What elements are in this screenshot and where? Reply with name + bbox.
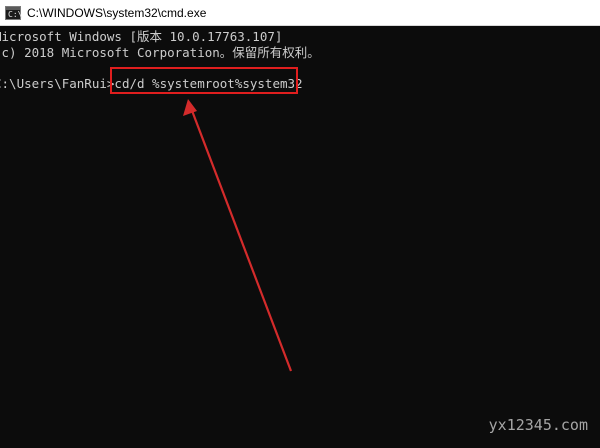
window-title: C:\WINDOWS\system32\cmd.exe: [27, 5, 207, 20]
watermark-text: yx12345.com: [488, 416, 588, 434]
prompt-text: C:\Users\FanRui>: [0, 76, 115, 91]
cmd-console-icon[interactable]: C:\: [5, 5, 23, 20]
console-line-copyright: (c) 2018 Microsoft Corporation。保留所有权利。: [0, 45, 320, 60]
cmd-icon-glyph: C:\: [8, 9, 23, 19]
console-output[interactable]: Microsoft Windows [版本 10.0.17763.107] (c…: [0, 26, 600, 448]
title-bar[interactable]: C:\ C:\WINDOWS\system32\cmd.exe: [0, 0, 600, 26]
command-highlight-box: [110, 67, 298, 94]
console-line-version: Microsoft Windows [版本 10.0.17763.107]: [0, 29, 283, 44]
